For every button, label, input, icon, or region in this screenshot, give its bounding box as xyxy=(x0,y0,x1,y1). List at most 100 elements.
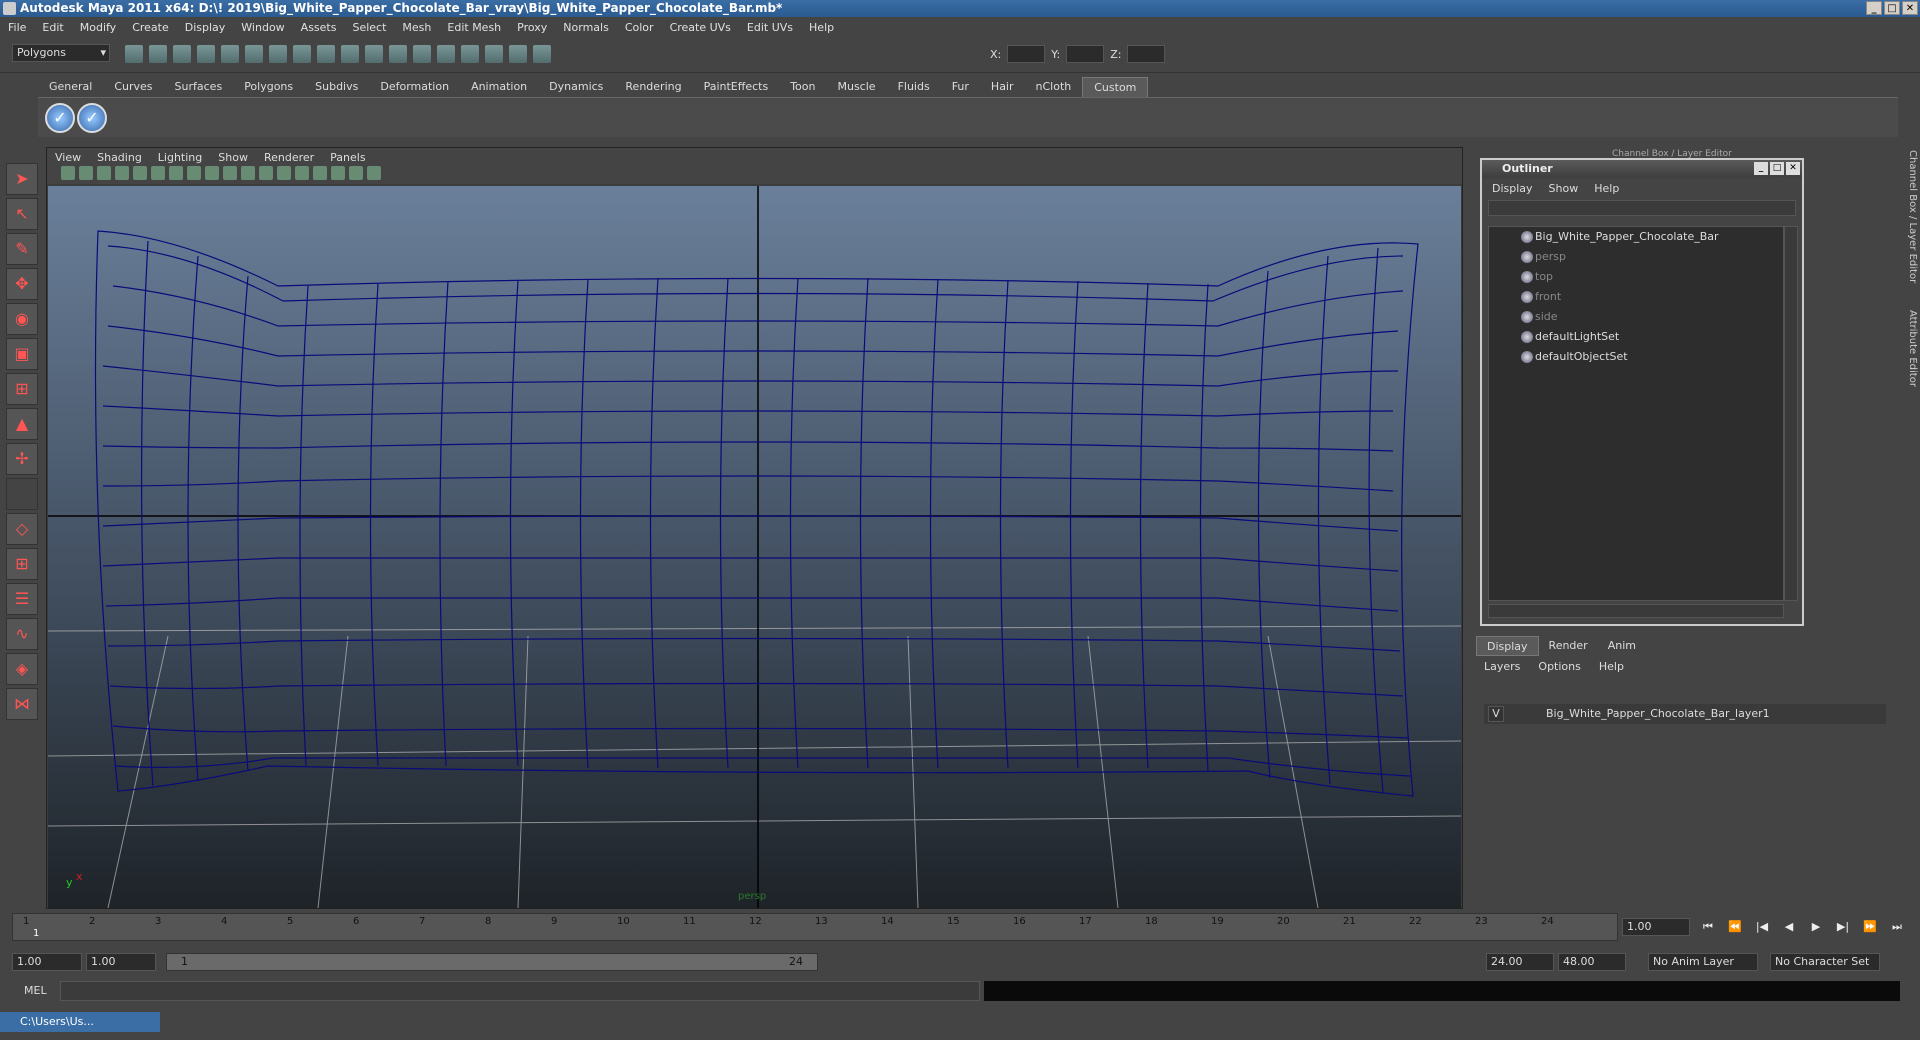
lock-icon[interactable] xyxy=(533,45,551,63)
snap-point-icon[interactable] xyxy=(317,45,335,63)
shadows-icon[interactable] xyxy=(313,166,327,180)
tab-polygons[interactable]: Polygons xyxy=(233,77,304,97)
scale-tool-icon[interactable]: ▣ xyxy=(6,338,38,370)
snap-grid-icon[interactable] xyxy=(269,45,287,63)
menu-help[interactable]: Help xyxy=(809,21,834,34)
tab-dynamics[interactable]: Dynamics xyxy=(538,77,614,97)
outliner-menu-display[interactable]: Display xyxy=(1492,182,1533,195)
y-field[interactable] xyxy=(1066,45,1105,63)
tab-muscle[interactable]: Muscle xyxy=(826,77,886,97)
graph-layout-icon[interactable]: ∿ xyxy=(6,618,38,650)
outliner-layout-icon[interactable]: ☰ xyxy=(6,583,38,615)
close-button[interactable]: ✕ xyxy=(1902,1,1918,15)
soft-mod-icon[interactable]: ▲ xyxy=(6,408,38,440)
xray-icon[interactable] xyxy=(349,166,363,180)
hypershade-layout-icon[interactable]: ◈ xyxy=(6,653,38,685)
anim-layer-dropdown[interactable]: No Anim Layer xyxy=(1648,953,1758,971)
wireframe-icon[interactable] xyxy=(223,166,237,180)
history-icon[interactable] xyxy=(389,45,407,63)
tab-animation[interactable]: Animation xyxy=(460,77,538,97)
tab-painteffects[interactable]: PaintEffects xyxy=(693,77,780,97)
paint-select-icon[interactable]: ✎ xyxy=(6,233,38,265)
render-frame-icon[interactable] xyxy=(413,45,431,63)
textured-icon[interactable] xyxy=(277,166,291,180)
rotate-tool-icon[interactable]: ◉ xyxy=(6,303,38,335)
minimize-button[interactable]: _ xyxy=(1866,1,1882,15)
mel-label[interactable]: MEL xyxy=(24,984,47,997)
graph-persp-layout-icon[interactable]: ⋈ xyxy=(6,688,38,720)
outliner-titlebar[interactable]: Outliner _ □ ✕ xyxy=(1482,160,1802,178)
tab-ncloth[interactable]: nCloth xyxy=(1025,77,1083,97)
film-gate-icon[interactable] xyxy=(151,166,165,180)
menu-select[interactable]: Select xyxy=(352,21,386,34)
camera-select-icon[interactable] xyxy=(61,166,75,180)
smooth-shade-icon[interactable] xyxy=(241,166,255,180)
list-item[interactable]: persp xyxy=(1489,247,1783,267)
maximize-button[interactable]: □ xyxy=(1884,1,1900,15)
outliner-menu-help[interactable]: Help xyxy=(1594,182,1619,195)
side-tab-attribute-editor[interactable]: Attribute Editor xyxy=(1898,310,1918,400)
menu-mesh[interactable]: Mesh xyxy=(402,21,431,34)
playback-end-field[interactable]: 24.00 xyxy=(1486,953,1554,971)
menu-display[interactable]: Display xyxy=(185,21,226,34)
single-pane-layout-icon[interactable]: ◇ xyxy=(6,513,38,545)
tab-hair[interactable]: Hair xyxy=(980,77,1025,97)
x-field[interactable] xyxy=(1007,45,1046,63)
playback-start-field[interactable]: 1.00 xyxy=(86,953,156,971)
menu-color[interactable]: Color xyxy=(625,21,654,34)
render-view-icon[interactable] xyxy=(509,45,527,63)
viewport-menu-shading[interactable]: Shading xyxy=(97,151,142,164)
field-chart-icon[interactable] xyxy=(205,166,219,180)
tab-curves[interactable]: Curves xyxy=(103,77,163,97)
tab-subdivs[interactable]: Subdivs xyxy=(304,77,369,97)
viewport-menu-renderer[interactable]: Renderer xyxy=(264,151,314,164)
checkmark-shelf-button-1[interactable]: ✓ xyxy=(45,103,75,133)
menu-create[interactable]: Create xyxy=(132,21,169,34)
3d-scene[interactable]: y x persp xyxy=(48,186,1461,908)
persp-viewport[interactable]: View Shading Lighting Show Renderer Pane… xyxy=(46,147,1463,909)
menu-edit-mesh[interactable]: Edit Mesh xyxy=(447,21,501,34)
checkmark-shelf-button-2[interactable]: ✓ xyxy=(77,103,107,133)
list-item[interactable]: top xyxy=(1489,267,1783,287)
bookmark-icon[interactable] xyxy=(97,166,111,180)
snap-curve-icon[interactable] xyxy=(293,45,311,63)
viewport-menu-panels[interactable]: Panels xyxy=(330,151,365,164)
outliner-horizontal-scrollbar[interactable] xyxy=(1488,604,1784,618)
wireframe-on-shaded-icon[interactable] xyxy=(259,166,273,180)
range-slider[interactable]: 1 24 xyxy=(166,953,818,971)
isolate-select-icon[interactable] xyxy=(331,166,345,180)
menu-edit-uvs[interactable]: Edit UVs xyxy=(747,21,793,34)
play-backwards-icon[interactable]: ◀ xyxy=(1778,918,1800,936)
menu-assets[interactable]: Assets xyxy=(301,21,337,34)
mel-input[interactable] xyxy=(60,981,980,1001)
grid-icon[interactable] xyxy=(133,166,147,180)
new-scene-icon[interactable] xyxy=(125,45,143,63)
go-to-start-icon[interactable]: ⏮ xyxy=(1697,918,1719,936)
play-forwards-icon[interactable]: ▶ xyxy=(1805,918,1827,936)
xray-joints-icon[interactable] xyxy=(367,166,381,180)
menu-normals[interactable]: Normals xyxy=(563,21,609,34)
save-scene-icon[interactable] xyxy=(173,45,191,63)
menu-set-dropdown[interactable]: Polygons ▾ xyxy=(12,44,110,62)
outliner-minimize-button[interactable]: _ xyxy=(1754,162,1768,175)
outliner-vertical-scrollbar[interactable] xyxy=(1784,226,1798,601)
tab-display[interactable]: Display xyxy=(1476,636,1539,656)
menu-window[interactable]: Window xyxy=(241,21,284,34)
gate-mask-icon[interactable] xyxy=(187,166,201,180)
image-plane-icon[interactable] xyxy=(115,166,129,180)
list-item[interactable]: defaultLightSet xyxy=(1489,327,1783,347)
layer-menu-help[interactable]: Help xyxy=(1599,660,1624,673)
menu-file[interactable]: File xyxy=(8,21,26,34)
menu-create-uvs[interactable]: Create UVs xyxy=(670,21,731,34)
tab-toon[interactable]: Toon xyxy=(779,77,826,97)
render-settings-icon[interactable] xyxy=(461,45,479,63)
tab-custom[interactable]: Custom xyxy=(1082,77,1149,97)
menu-edit[interactable]: Edit xyxy=(42,21,63,34)
hypershade-icon[interactable] xyxy=(485,45,503,63)
tab-anim[interactable]: Anim xyxy=(1598,636,1646,656)
manipulator-icon[interactable]: ⊞ xyxy=(6,373,38,405)
time-slider[interactable]: 1 2 3 4 5 6 7 8 9 10 11 12 13 14 15 16 1… xyxy=(12,913,1618,941)
lights-icon[interactable] xyxy=(295,166,309,180)
layer-visibility-toggle[interactable]: V xyxy=(1488,706,1504,722)
viewport-menu-show[interactable]: Show xyxy=(218,151,248,164)
